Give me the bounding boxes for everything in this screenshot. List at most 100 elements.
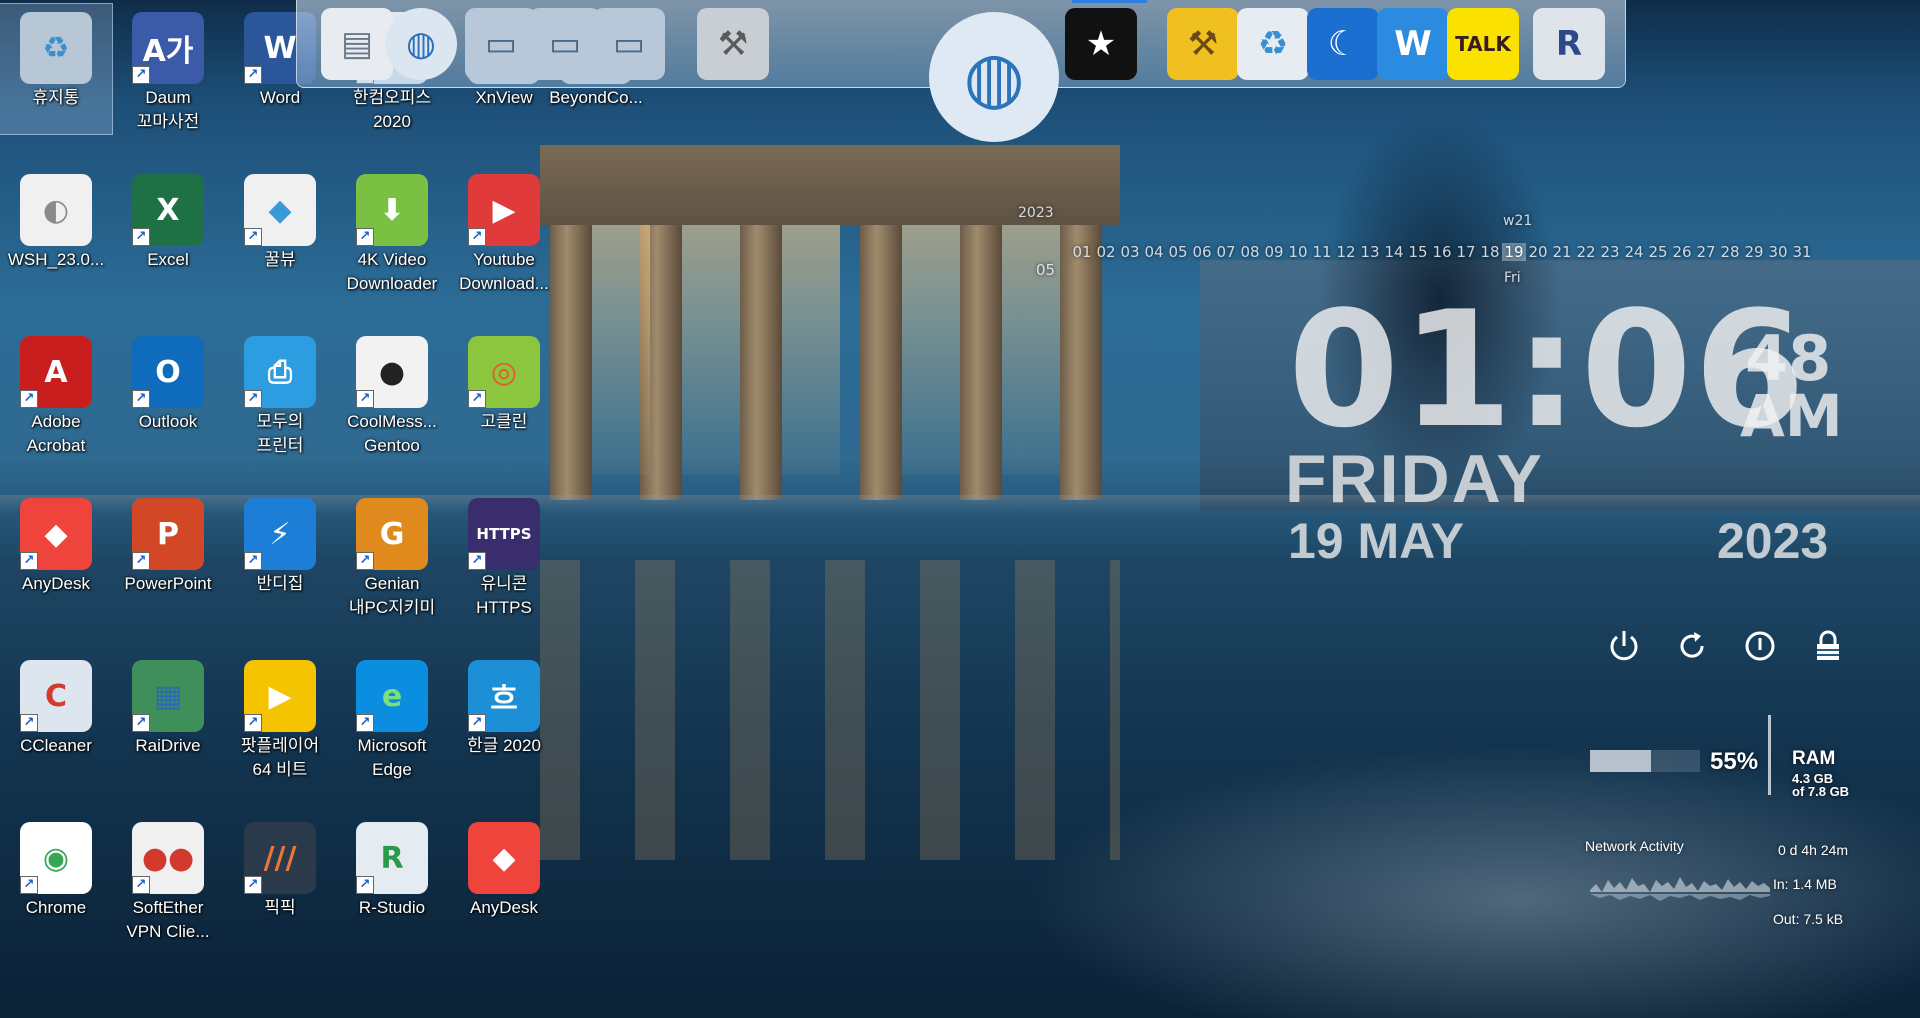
ram-usage-bar: [1590, 750, 1700, 772]
network-in: In: 1.4 MB: [1773, 876, 1837, 892]
lock-icon[interactable]: [1808, 626, 1848, 666]
desktop-icon-label: 4K Video Downloader: [346, 250, 438, 293]
app-icon: O ↗: [132, 336, 204, 408]
shortcut-arrow-icon: ↗: [132, 552, 150, 570]
desktop-icon[interactable]: ●● ↗ SoftEther VPN Clie...: [112, 814, 224, 944]
calendar-day: 27: [1696, 243, 1716, 261]
app-icon: ◐: [20, 174, 92, 246]
calendar-day: 11: [1312, 243, 1332, 261]
desktop-icon-label: 반디집: [256, 574, 304, 593]
app-icon: P ↗: [132, 498, 204, 570]
desktop-icon[interactable]: ▶ ↗ Youtube Download...: [448, 166, 560, 296]
desktop-icon-label: PowerPoint: [124, 574, 212, 593]
desktop-icon[interactable]: ◉ ↗ Chrome: [0, 814, 112, 944]
globe-pen-icon[interactable]: ◍: [929, 12, 1059, 142]
shortcut-arrow-icon: ↗: [356, 228, 374, 246]
desktop-icon[interactable]: ◆ ↗ 꿀뷰: [224, 166, 336, 296]
app-icon: C ↗: [20, 660, 92, 732]
calendar-day: 19: [1502, 243, 1526, 261]
hammer-wrench-icon[interactable]: ⚒: [1167, 8, 1239, 80]
desktop-icon-label: 팟플레이어 64 비트: [240, 736, 320, 779]
ram-label: RAM: [1792, 748, 1836, 769]
clock-time: 01:06: [1288, 276, 1808, 463]
desktop-icon[interactable]: ◐ WSH_23.0...: [0, 166, 112, 296]
documents-icon[interactable]: ▤: [321, 8, 393, 80]
folder-sync-icon[interactable]: ▭: [529, 8, 601, 80]
calendar-day: 01: [1072, 243, 1092, 261]
desktop-icon[interactable]: e ↗ Microsoft Edge: [336, 652, 448, 782]
desktop-icon[interactable]: P ↗ PowerPoint: [112, 490, 224, 620]
registry-icon[interactable]: R: [1533, 8, 1605, 80]
desktop-icon-label: Chrome: [25, 898, 87, 917]
calendar-day: 13: [1360, 243, 1380, 261]
folder-icon[interactable]: ▭: [465, 8, 537, 80]
desktop-icon-label: CCleaner: [20, 736, 92, 755]
shortcut-arrow-icon: ↗: [244, 228, 262, 246]
desktop-icon-label: Adobe Acrobat: [26, 412, 86, 455]
calendar-day: 04: [1144, 243, 1164, 261]
desktop-icon[interactable]: ⎙ ↗ 모두의 프린터: [224, 328, 336, 458]
desktop-icon[interactable]: HTTPS ↗ 유니콘 HTTPS: [448, 490, 560, 620]
app-icon: ◉ ↗: [20, 822, 92, 894]
desktop-icon[interactable]: R ↗ R-Studio: [336, 814, 448, 944]
desktop-icon-label: SoftEther VPN Clie...: [126, 898, 210, 941]
shortcut-arrow-icon: ↗: [356, 390, 374, 408]
app-icon: ///↗: [244, 822, 316, 894]
desktop-icon[interactable]: ///↗ 픽픽: [224, 814, 336, 944]
kakaotalk-icon[interactable]: TALK: [1447, 8, 1519, 80]
desktop-icon[interactable]: ◆ ↗ AnyDesk: [0, 490, 112, 620]
tshirt-icon[interactable]: ★: [1065, 8, 1137, 80]
recycle-bin-icon[interactable]: ♻: [1237, 8, 1309, 80]
desktop-icon[interactable]: ▶ ↗ 팟플레이어 64 비트: [224, 652, 336, 782]
shortcut-arrow-icon: ↗: [244, 876, 262, 894]
desktop-icon-label: AnyDesk: [21, 574, 91, 593]
app-icon: X ↗: [132, 174, 204, 246]
desktop-icon[interactable]: ◎ ↗ 고클린: [448, 328, 560, 458]
tools-icon[interactable]: ⚒: [697, 8, 769, 80]
shortcut-arrow-icon: ↗: [244, 390, 262, 408]
desktop-icon[interactable]: C ↗ CCleaner: [0, 652, 112, 782]
app-icon: ⬇ ↗: [356, 174, 428, 246]
calendar-day: 02: [1096, 243, 1116, 261]
desktop-icon[interactable]: X ↗ Excel: [112, 166, 224, 296]
calendar-day: 09: [1264, 243, 1284, 261]
shortcut-arrow-icon: ↗: [132, 714, 150, 732]
calendar-year: 2023: [1018, 205, 1054, 221]
calendar-day: 25: [1648, 243, 1668, 261]
network-title: Network Activity: [1585, 838, 1684, 854]
shortcut-arrow-icon: ↗: [244, 552, 262, 570]
desktop-icon[interactable]: ● ↗ CoolMess... Gentoo: [336, 328, 448, 458]
calendar-day: 12: [1336, 243, 1356, 261]
app-icon: G ↗: [356, 498, 428, 570]
desktop-icon[interactable]: ◆ AnyDesk: [448, 814, 560, 944]
shortcut-arrow-icon: ↗: [132, 390, 150, 408]
desktop-icon-label: 고클린: [480, 412, 528, 431]
calendar-days: 01 02 03 04 05 06 07 08 09 10 11 12 13 14 15 16 17 18 19 20…: [1070, 243, 1814, 261]
desktop-icon[interactable]: G ↗ Genian 내PC지키미: [336, 490, 448, 620]
desktop-icon[interactable]: 흐 ↗ 한글 2020: [448, 652, 560, 782]
desktop-icon[interactable]: ♻ 휴지통: [0, 3, 113, 135]
shortcut-arrow-icon: ↗: [20, 390, 38, 408]
standby-icon[interactable]: [1740, 626, 1780, 666]
desktop-icon[interactable]: ⬇ ↗ 4K Video Downloader: [336, 166, 448, 296]
calendar-day: 15: [1408, 243, 1428, 261]
network-activity-graph: [1590, 877, 1770, 901]
restart-icon[interactable]: [1672, 626, 1712, 666]
desktop-icon[interactable]: ⚡ ↗ 반디집: [224, 490, 336, 620]
power-off-icon[interactable]: [1604, 626, 1644, 666]
clock-year: 2023: [1717, 513, 1829, 569]
network-globe-icon[interactable]: ◍: [385, 8, 457, 80]
wallpaper-reflection: [540, 560, 1120, 860]
desktop-icon[interactable]: A가 ↗ Daum 꼬마사전: [112, 4, 224, 134]
desktop-icon-label: Microsoft Edge: [357, 736, 427, 779]
calendar-day: 26: [1672, 243, 1692, 261]
shield-w-icon[interactable]: W: [1377, 8, 1449, 80]
moon-icon[interactable]: ☾: [1307, 8, 1379, 80]
desktop-icon-label: BeyondCo...: [549, 88, 643, 107]
calendar-month: 05: [1036, 261, 1056, 279]
desktop-icon[interactable]: O ↗ Outlook: [112, 328, 224, 458]
desktop-icon[interactable]: ▦ ↗ RaiDrive: [112, 652, 224, 782]
clock-date: 19 MAY: [1288, 513, 1465, 569]
folder-remote-icon[interactable]: ▭: [593, 8, 665, 80]
desktop-icon[interactable]: A ↗ Adobe Acrobat: [0, 328, 112, 458]
